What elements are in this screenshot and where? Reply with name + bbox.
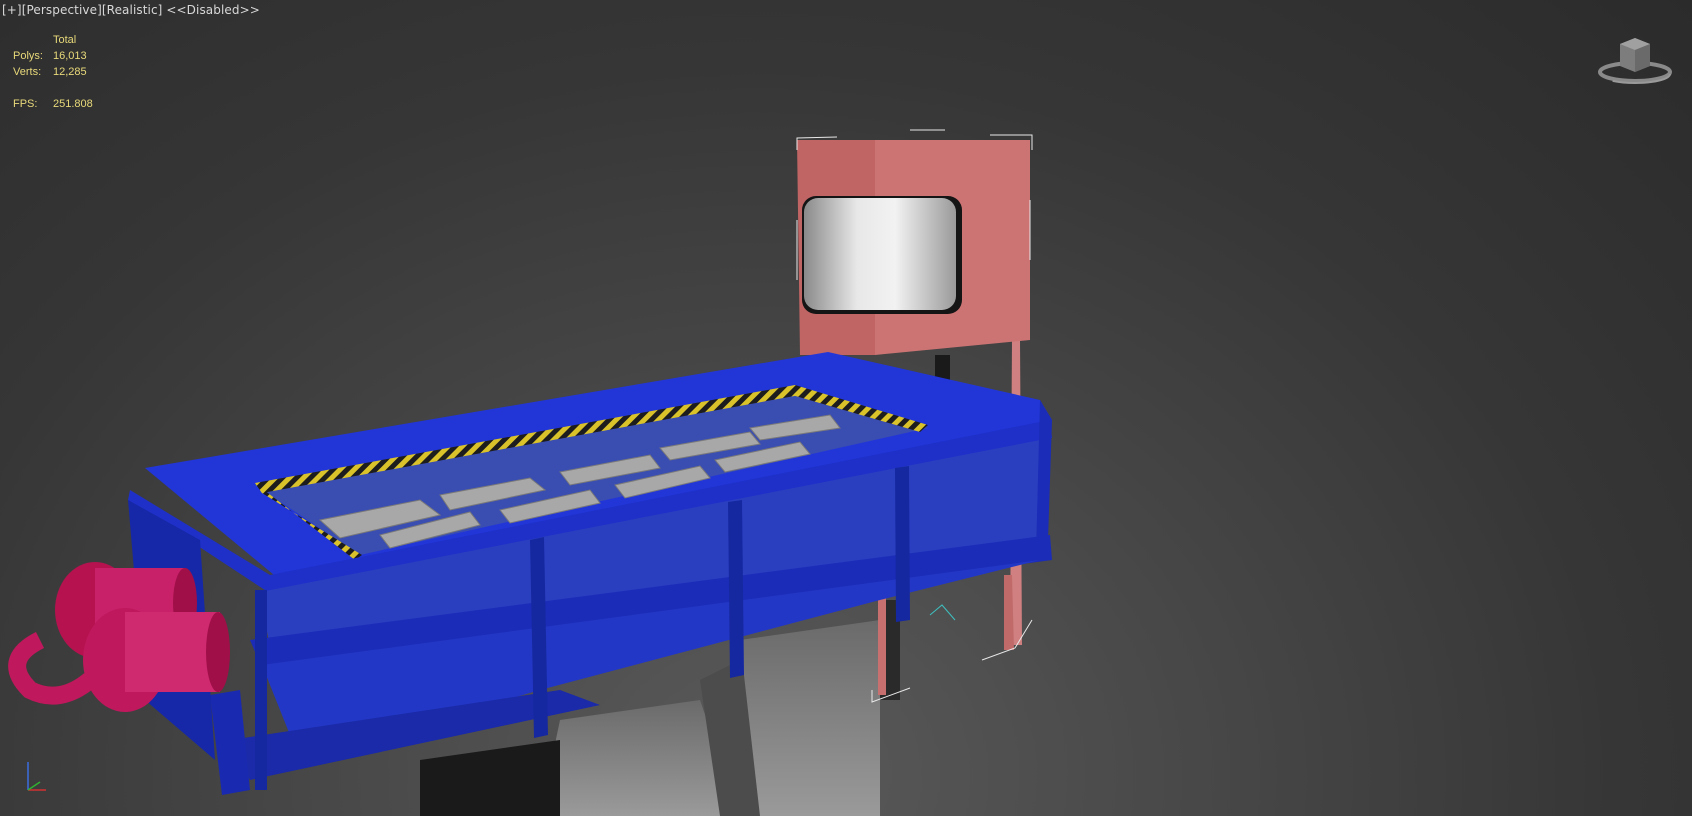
axis-tripod-icon (27, 762, 46, 791)
viewport-menu-plus[interactable]: [+] (2, 3, 22, 17)
viewport-label-bar: [+][Perspective][Realistic] <<Disabled>> (2, 3, 260, 17)
stats-header: Total (53, 34, 77, 46)
scene-render[interactable] (0, 0, 1692, 816)
verts-value: 12,285 (53, 66, 87, 78)
viewport-point-of-view[interactable]: [Perspective] (22, 3, 102, 17)
viewport-shading-mode[interactable]: [Realistic] (102, 3, 163, 17)
viewcube-icon[interactable] (1598, 34, 1672, 86)
fps-label: FPS: (13, 98, 38, 110)
fps-value: 251.808 (53, 98, 93, 110)
polys-label: Polys: (13, 50, 43, 62)
perspective-viewport[interactable]: [+][Perspective][Realistic] <<Disabled>>… (0, 0, 1692, 816)
viewport-per-view-preference[interactable]: <<Disabled>> (166, 3, 260, 17)
verts-label: Verts: (13, 66, 42, 78)
polys-value: 16,013 (53, 50, 87, 62)
